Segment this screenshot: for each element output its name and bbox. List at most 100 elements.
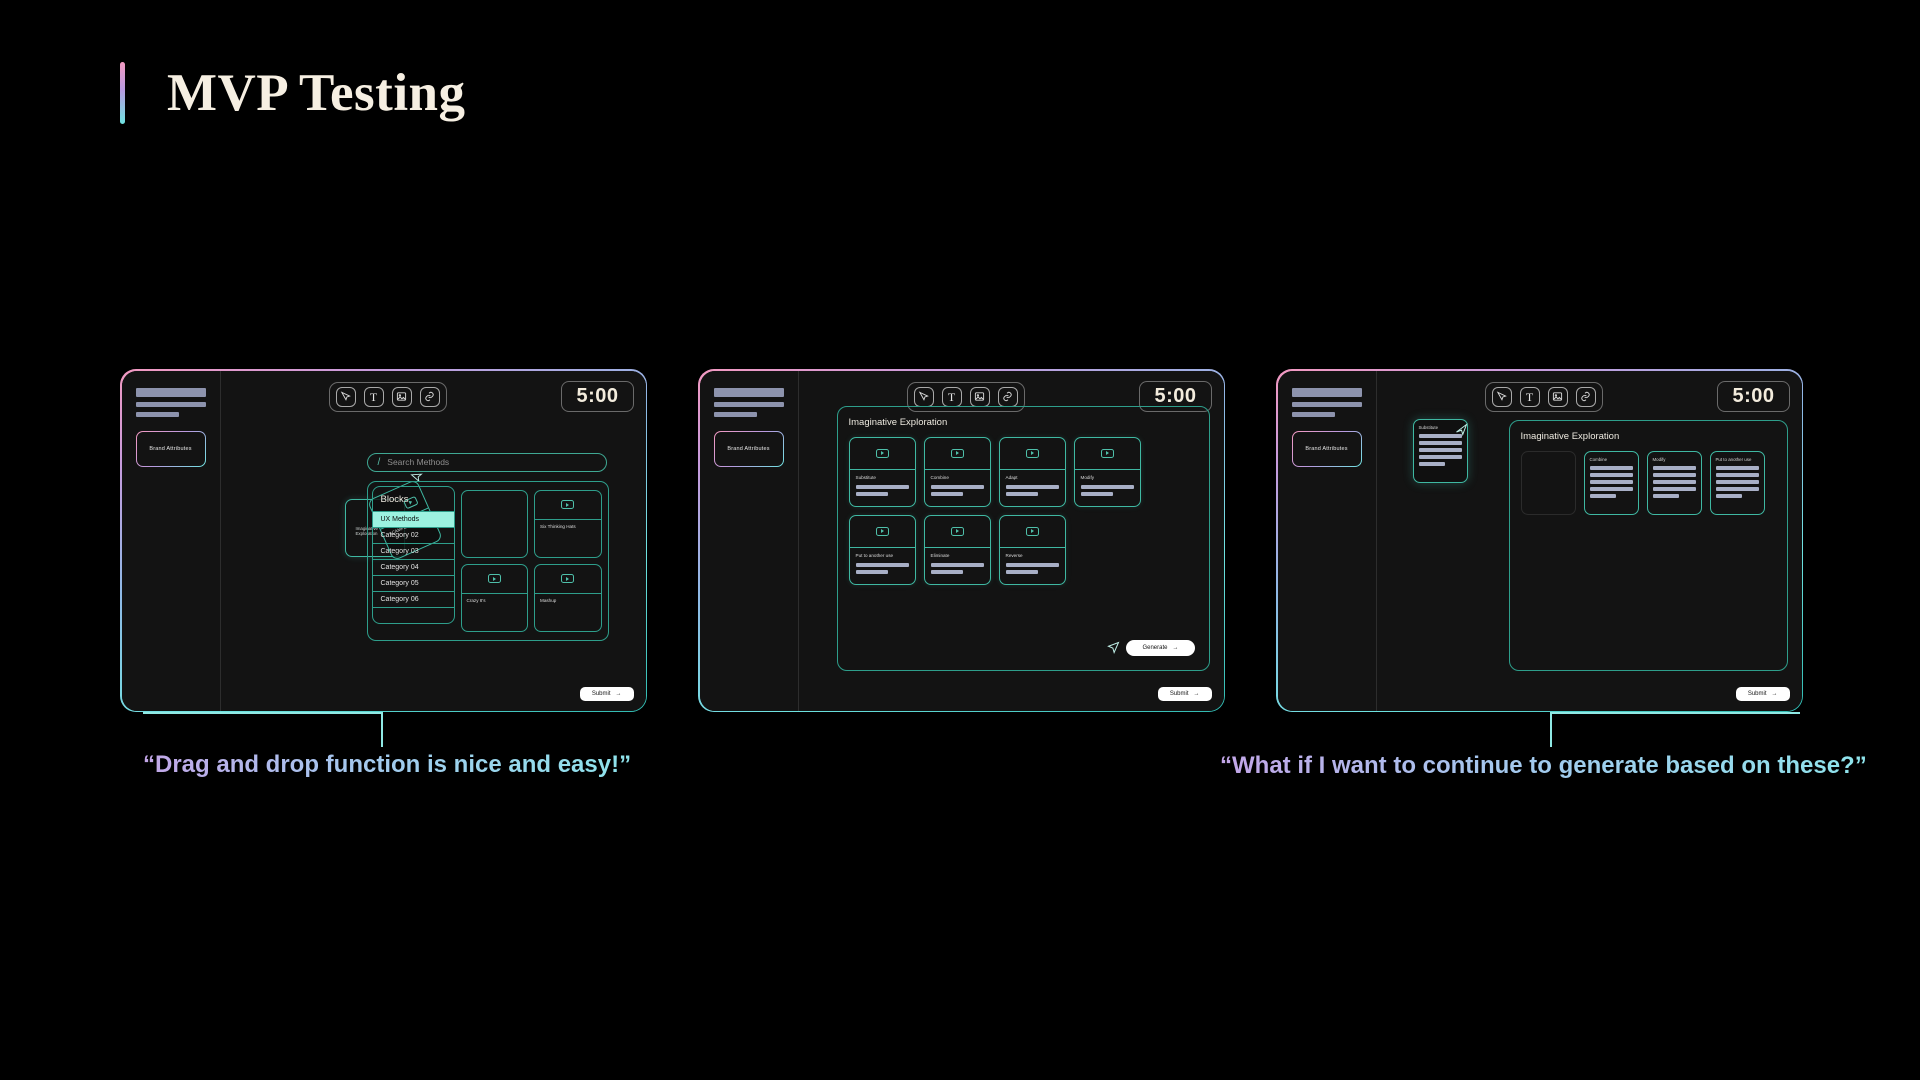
- text-placeholder-line: [1589, 472, 1633, 477]
- text-icon[interactable]: T: [363, 386, 384, 407]
- method-card-label: Crazy 8's: [466, 598, 486, 603]
- pen-cursor-icon[interactable]: [1491, 386, 1512, 407]
- scamper-card[interactable]: Adapt: [998, 436, 1066, 507]
- app-canvas[interactable]: T 5:00 Substitute Imaginative Exploratio…: [1376, 370, 1802, 711]
- scamper-card[interactable]: Put to another use: [848, 514, 916, 585]
- method-card[interactable]: Mashup: [534, 563, 602, 632]
- link-icon[interactable]: [1575, 386, 1596, 407]
- arrow-right-icon: →: [1193, 690, 1200, 697]
- text-placeholder-line: [855, 569, 889, 574]
- image-icon[interactable]: [969, 386, 990, 407]
- play-icon: [875, 448, 889, 458]
- arrow-cursor-icon: [1454, 422, 1469, 442]
- submit-button[interactable]: Submit →: [1735, 686, 1790, 701]
- submit-label: Submit: [1747, 690, 1767, 697]
- play-icon: [950, 448, 964, 458]
- text-placeholder-line: [855, 562, 909, 567]
- image-icon[interactable]: [1547, 386, 1568, 407]
- scamper-card[interactable]: Combine: [923, 436, 991, 507]
- scamper-card-name: Modify: [1080, 474, 1095, 480]
- play-icon: [950, 526, 964, 536]
- scamper-card[interactable]: Modify: [1073, 436, 1141, 507]
- text-placeholder-line: [1652, 479, 1696, 484]
- generate-button[interactable]: Generate →: [1107, 639, 1195, 656]
- play-icon: [1100, 448, 1114, 458]
- screen-root: MVP Testing Brand Attributes T 5:00 / Se…: [0, 0, 1920, 1080]
- blocks-item-category-04[interactable]: Category 04: [372, 558, 454, 575]
- text-placeholder-line: [1418, 447, 1462, 452]
- method-card[interactable]: Six Thinking Hats: [534, 489, 602, 558]
- result-card-empty-slot[interactable]: [1520, 450, 1576, 515]
- scamper-card-name: Combine: [930, 474, 949, 480]
- text-placeholder-line: [1005, 562, 1059, 567]
- result-card[interactable]: Put to another use: [1709, 450, 1765, 515]
- blocks-item-empty: [372, 606, 454, 623]
- text-placeholder-line: [1589, 493, 1617, 498]
- brand-attributes-button[interactable]: Brand Attributes: [713, 430, 784, 467]
- blocks-item-ux-methods[interactable]: UX Methods: [372, 510, 454, 527]
- toolbar: T: [1484, 381, 1603, 412]
- blocks-item-category-05[interactable]: Category 05: [372, 574, 454, 591]
- text-placeholder-line: [1715, 479, 1759, 484]
- sidebar-placeholder-bar: [713, 387, 784, 397]
- blocks-item-category-06[interactable]: Category 06: [372, 590, 454, 607]
- text-icon[interactable]: T: [941, 386, 962, 407]
- text-placeholder-line: [1418, 454, 1462, 459]
- pen-cursor-icon[interactable]: [335, 386, 356, 407]
- user-quote-1: “Drag and drop function is nice and easy…: [143, 751, 632, 778]
- brand-attributes-button[interactable]: Brand Attributes: [135, 430, 206, 467]
- brand-attributes-button[interactable]: Brand Attributes: [1291, 430, 1362, 467]
- mockup-panel-3: Brand Attributes T 5:00 Substitute Imagi…: [1276, 369, 1803, 712]
- text-placeholder-line: [1418, 461, 1446, 466]
- app-sidebar: Brand Attributes: [699, 370, 799, 711]
- sidebar-placeholder-bar: [1291, 387, 1362, 397]
- link-icon[interactable]: [997, 386, 1018, 407]
- text-placeholder-line: [1715, 472, 1759, 477]
- scamper-card-name: Adapt: [1005, 474, 1018, 480]
- blocks-category-list[interactable]: Blocks UX Methods Category 02 Category 0…: [371, 485, 455, 624]
- search-input[interactable]: / Search Methods: [366, 452, 607, 472]
- app-canvas[interactable]: T 5:00 Imaginative Exploration Substitut…: [798, 370, 1224, 711]
- arrow-right-icon: →: [1771, 690, 1778, 697]
- app-canvas[interactable]: T 5:00 / Search Methods Imaginative Explo…: [220, 370, 646, 711]
- scamper-card[interactable]: Eliminate: [923, 514, 991, 585]
- connector-stem-1: [381, 712, 383, 747]
- search-placeholder: Search Methods: [387, 457, 450, 467]
- blocks-item-category-02[interactable]: Category 02: [372, 526, 454, 543]
- result-card[interactable]: Modify: [1646, 450, 1702, 515]
- play-icon: [561, 500, 575, 510]
- method-card-label: Six Thinking Hats: [540, 524, 576, 529]
- arrow-cursor-icon: [1106, 640, 1121, 657]
- board-title: Imaginative Exploration: [848, 416, 948, 428]
- arrow-right-icon: →: [1172, 644, 1179, 651]
- image-icon[interactable]: [391, 386, 412, 407]
- method-card-empty-slot[interactable]: [460, 489, 528, 558]
- blocks-panel: Blocks UX Methods Category 02 Category 0…: [366, 480, 609, 641]
- link-icon[interactable]: [419, 386, 440, 407]
- sidebar-placeholder-bar: [1291, 401, 1362, 407]
- pen-cursor-icon[interactable]: [913, 386, 934, 407]
- page-title-text: MVP Testing: [167, 64, 466, 122]
- floating-dragged-card[interactable]: Substitute: [1412, 418, 1469, 483]
- sidebar-placeholder-bar: [713, 401, 784, 407]
- result-card[interactable]: Combine: [1583, 450, 1639, 515]
- page-title: MVP Testing: [120, 62, 466, 124]
- mockup-panel-1: Brand Attributes T 5:00 / Search Methods: [120, 369, 647, 712]
- slash-icon: /: [377, 456, 381, 468]
- app-sidebar: Brand Attributes: [1277, 370, 1377, 711]
- brand-attributes-label: Brand Attributes: [136, 431, 205, 466]
- method-card[interactable]: Crazy 8's: [460, 563, 528, 632]
- sidebar-placeholder-bar: [1291, 411, 1335, 417]
- text-icon[interactable]: T: [1519, 386, 1540, 407]
- text-placeholder-line: [930, 491, 964, 496]
- play-icon: [487, 574, 501, 584]
- submit-button[interactable]: Submit →: [1157, 686, 1212, 701]
- submit-button[interactable]: Submit →: [579, 686, 634, 701]
- blocks-item-category-03[interactable]: Category 03: [372, 542, 454, 559]
- scamper-card[interactable]: Substitute: [848, 436, 916, 507]
- brand-attributes-label: Brand Attributes: [714, 431, 783, 466]
- scamper-card[interactable]: Reverse: [998, 514, 1066, 585]
- text-placeholder-line: [1589, 479, 1633, 484]
- text-placeholder-line: [1652, 465, 1696, 470]
- arrow-right-icon: →: [615, 690, 622, 697]
